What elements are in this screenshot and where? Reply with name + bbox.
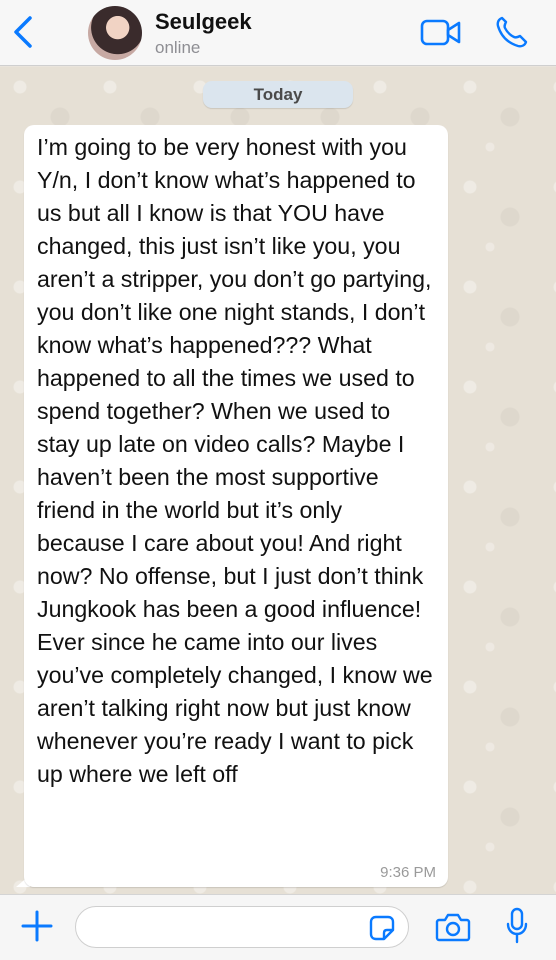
chat-area[interactable]: Today I’m going to be very honest with y… <box>0 67 556 894</box>
camera-icon <box>435 913 471 942</box>
avatar[interactable] <box>88 6 142 60</box>
message-text: I’m going to be very honest with you Y/n… <box>37 134 433 787</box>
back-button[interactable] <box>10 14 36 50</box>
contact-name[interactable]: Seulgeek <box>155 9 252 35</box>
microphone-button[interactable] <box>505 907 529 945</box>
input-bar <box>0 894 556 960</box>
date-separator: Today <box>203 81 353 108</box>
chevron-left-icon <box>14 16 32 48</box>
contact-status: online <box>155 38 201 57</box>
sticker-button[interactable] <box>368 914 396 942</box>
attach-button[interactable] <box>20 909 54 943</box>
video-camera-icon <box>420 19 461 46</box>
phone-icon <box>496 16 528 48</box>
video-call-button[interactable] <box>420 18 462 48</box>
camera-button[interactable] <box>435 912 471 942</box>
sticker-icon <box>369 915 395 941</box>
chat-header: Seulgeek online <box>0 0 556 66</box>
microphone-icon <box>506 907 528 944</box>
plus-icon <box>21 910 53 942</box>
message-timestamp: 9:36 PM <box>380 864 436 881</box>
voice-call-button[interactable] <box>494 14 528 50</box>
message-input[interactable] <box>75 906 409 948</box>
message-bubble[interactable]: I’m going to be very honest with you Y/n… <box>24 125 448 887</box>
